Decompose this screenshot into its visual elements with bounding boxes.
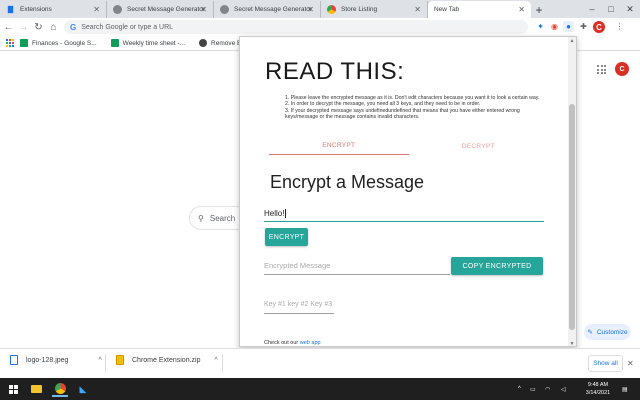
bookmark-label: Weekly time sheet -...	[122, 39, 186, 47]
extension-icon[interactable]: ◉	[549, 21, 560, 32]
person-icon	[113, 5, 122, 14]
chevron-up-icon[interactable]: ^	[214, 357, 217, 364]
tab-extensions[interactable]: Extensions ✕	[0, 1, 107, 18]
windows-start-icon[interactable]	[5, 381, 21, 397]
chevron-up-icon[interactable]: ^	[98, 357, 101, 364]
tab-title: Secret Message Generator	[234, 6, 313, 13]
zip-file-icon	[116, 355, 124, 365]
secret-message-extension-icon[interactable]: ●	[563, 21, 574, 32]
sheets-icon	[110, 39, 119, 47]
menu-icon[interactable]: ⋮	[614, 21, 625, 32]
clock-time: 9:48 AM	[587, 382, 609, 388]
popup-scrollbar[interactable]: ▲ ▼	[568, 37, 576, 346]
ntp-profile-avatar[interactable]: C	[615, 62, 629, 76]
extension-popup: READ THIS: 1. Please leave the encrypted…	[239, 36, 577, 347]
webstore-icon	[327, 5, 336, 14]
sheets-icon	[20, 39, 28, 47]
tab-title: Extensions	[20, 6, 52, 13]
tab-title: New Tab	[434, 6, 460, 13]
remove-bg-icon	[199, 39, 208, 47]
download-filename: logo-128.jpeg	[26, 356, 69, 364]
tab-title: Store Listing	[341, 6, 378, 13]
encrypted-message-field[interactable]: Encrypted Message	[264, 256, 450, 275]
divider	[222, 354, 223, 372]
web-app-link[interactable]: web app	[300, 340, 321, 346]
maximize-button[interactable]: □	[602, 0, 620, 18]
network-icon[interactable]: ▭	[530, 378, 536, 400]
download-item-zip[interactable]: Chrome Extension.zip ^	[116, 355, 218, 365]
tab-encrypt[interactable]: ENCRYPT	[269, 137, 409, 155]
new-tab-button[interactable]: +	[531, 1, 547, 18]
footer-note: Check out our web app	[264, 340, 321, 346]
forward-icon[interactable]: →	[17, 20, 30, 34]
puzzle-icon	[7, 5, 14, 14]
download-filename: Chrome Extension.zip	[132, 356, 201, 364]
google-icon: G	[70, 22, 77, 32]
tab-secret-message-1[interactable]: Secret Message Generator ✕	[107, 1, 214, 18]
encrypt-button[interactable]: ENCRYPT	[265, 228, 308, 246]
read-this-title: READ THIS:	[265, 58, 405, 85]
browser-toolbar: ← → ↻ ⌂ G Search Google or type a URL ✦ …	[0, 18, 640, 36]
bookmark-finances[interactable]: Finances - Google S...	[20, 39, 97, 47]
minimize-button[interactable]: –	[583, 0, 601, 18]
address-placeholder: Search Google or type a URL	[81, 23, 174, 31]
puzzle-icon[interactable]: ✚	[578, 21, 589, 32]
address-bar[interactable]: G Search Google or type a URL	[64, 20, 528, 34]
vscode-icon[interactable]: ◣	[75, 381, 91, 397]
scroll-down-arrow[interactable]: ▼	[568, 340, 576, 346]
tab-decrypt[interactable]: DECRYPT	[409, 137, 549, 155]
home-icon[interactable]: ⌂	[47, 20, 60, 34]
copy-encrypted-button[interactable]: COPY ENCRYPTED	[451, 257, 543, 275]
customize-label: Customize	[596, 328, 628, 336]
tab-strip: Extensions ✕ Secret Message Generator ✕ …	[0, 0, 640, 18]
back-icon[interactable]: ←	[2, 20, 15, 34]
encrypt-heading: Encrypt a Message	[270, 172, 425, 192]
close-icon[interactable]: ✕	[307, 5, 314, 14]
file-explorer-icon[interactable]	[28, 381, 44, 397]
close-icon[interactable]: ✕	[518, 5, 525, 14]
taskbar-clock[interactable]: 9:48 AM 3/14/2021	[580, 381, 616, 397]
customize-button[interactable]: ✎ Customize	[584, 324, 631, 340]
mode-tabs: ENCRYPT DECRYPT	[269, 137, 548, 155]
download-item-logo[interactable]: logo-128.jpeg ^	[10, 355, 102, 365]
person-icon	[220, 5, 229, 14]
image-file-icon	[10, 355, 18, 365]
chrome-icon[interactable]	[52, 381, 68, 397]
bookmark-label: Finances - Google S...	[32, 39, 97, 47]
message-value: Hello!	[264, 209, 285, 218]
bookmark-timesheet[interactable]: Weekly time sheet -...	[110, 39, 186, 47]
close-icon[interactable]: ✕	[93, 5, 100, 14]
pencil-icon: ✎	[587, 329, 593, 336]
clock-date: 3/14/2021	[585, 390, 611, 396]
keys-field[interactable]: Key #1 key #2 Key #3	[264, 296, 334, 314]
tray-chevron-icon[interactable]: ^	[518, 378, 521, 400]
scroll-up-arrow[interactable]: ▲	[568, 37, 576, 45]
instructions-list: 1. Please leave the encrypted message as…	[285, 95, 553, 121]
pin-icon[interactable]: ✦	[535, 21, 546, 32]
close-icon[interactable]: ✕	[200, 5, 207, 14]
windows-taskbar: ◣ ^ ▭ ◠ ◁ 9:48 AM 3/14/2021 ▤	[0, 378, 640, 400]
tab-new-tab[interactable]: New Tab ✕	[428, 1, 531, 18]
scroll-thumb[interactable]	[569, 104, 575, 330]
volume-icon[interactable]: ◁	[561, 378, 566, 400]
divider	[105, 354, 106, 372]
tab-secret-message-2[interactable]: Secret Message Generator ✕	[214, 1, 321, 18]
show-all-button[interactable]: Show all	[588, 355, 623, 372]
profile-avatar[interactable]: C	[593, 21, 605, 33]
reload-icon[interactable]: ↻	[32, 20, 45, 34]
search-icon: ⚲	[198, 213, 204, 223]
tab-title: Secret Message Generator	[127, 6, 206, 13]
google-apps-icon[interactable]	[597, 65, 606, 74]
footer-text: Check out our	[264, 340, 299, 346]
window-close-button[interactable]: ✕	[621, 0, 639, 18]
close-icon[interactable]: ✕	[627, 359, 634, 368]
ntp-search-placeholder: Search	[209, 213, 236, 223]
close-icon[interactable]: ✕	[414, 5, 421, 14]
wifi-icon[interactable]: ◠	[545, 378, 550, 400]
apps-icon[interactable]	[6, 39, 14, 47]
message-input[interactable]: Hello!	[264, 206, 544, 222]
notifications-icon[interactable]: ▤	[622, 378, 628, 400]
tab-store-listing[interactable]: Store Listing ✕	[321, 1, 428, 18]
instruction-item: 3. If your decrypted message says undefi…	[285, 107, 520, 121]
